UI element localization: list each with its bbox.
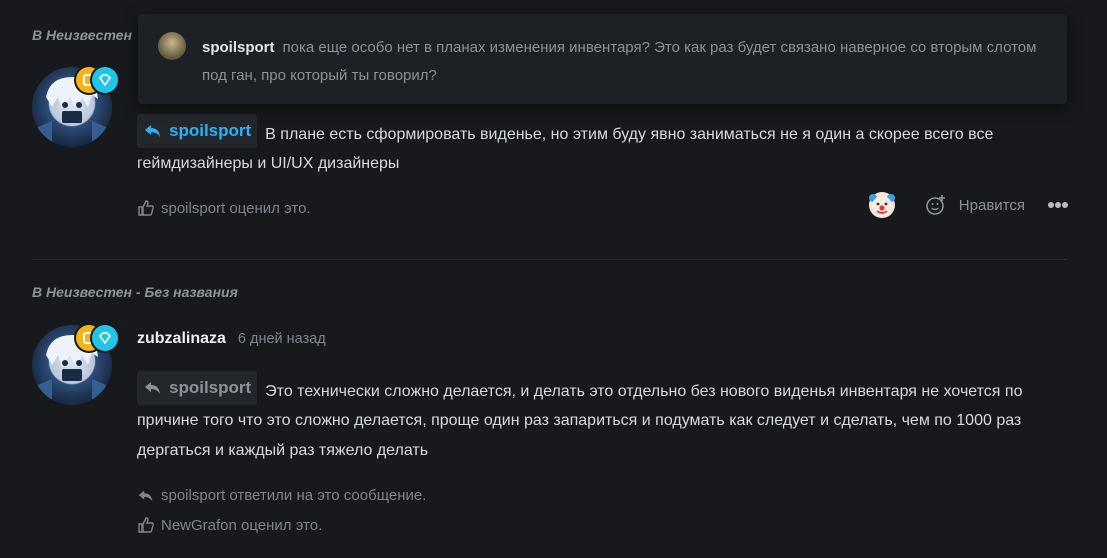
thumbs-up-icon bbox=[138, 200, 154, 216]
diamond-badge-icon[interactable] bbox=[92, 325, 118, 351]
post1-channel[interactable]: В Неизвестен bbox=[32, 27, 132, 43]
quote-popover: spoilsport пока еще особо нет в планах из… bbox=[138, 14, 1067, 104]
post2-author-name[interactable]: zubzalinaza bbox=[137, 330, 226, 348]
reply-arrow-icon bbox=[145, 381, 160, 394]
diamond-badge-icon[interactable] bbox=[92, 67, 118, 93]
clown-emoji-icon[interactable] bbox=[868, 192, 895, 218]
post1-message: spoilsport В плане есть сформировать вид… bbox=[137, 114, 1067, 179]
add-reaction-icon[interactable] bbox=[925, 194, 947, 216]
quote-author-avatar[interactable] bbox=[158, 32, 186, 60]
reply-arrow-icon bbox=[145, 124, 160, 137]
post2-channel[interactable]: В Неизвестен - Без названия bbox=[32, 284, 238, 300]
like-button[interactable]: Нравится bbox=[959, 197, 1025, 214]
post1-reactions-line[interactable]: spoilsport оценил это. bbox=[137, 199, 311, 217]
reply-to-chip[interactable]: spoilsport bbox=[137, 114, 258, 148]
post-divider bbox=[32, 259, 1067, 260]
more-dots-icon[interactable] bbox=[1047, 201, 1069, 209]
reply-arrow-icon bbox=[138, 490, 153, 501]
post2-reactions-line[interactable]: NewGrafon оценил это. bbox=[137, 516, 322, 534]
post2-replies-line[interactable]: spoilsport ответили на это сообщение. bbox=[137, 487, 426, 504]
post2-timestamp[interactable]: 6 дней назад bbox=[238, 331, 326, 347]
reply-to-chip[interactable]: spoilsport bbox=[137, 371, 258, 405]
quote-author-name[interactable]: spoilsport bbox=[202, 39, 275, 56]
post2-message: spoilsport Это технически сложно делаетс… bbox=[137, 371, 1067, 465]
quote-text: spoilsport пока еще особо нет в планах из… bbox=[202, 39, 1037, 84]
post2-author-line: zubzalinaza 6 дней назад bbox=[137, 330, 326, 348]
post1-actions: Нравится bbox=[868, 192, 1069, 218]
thumbs-up-icon bbox=[138, 517, 154, 533]
